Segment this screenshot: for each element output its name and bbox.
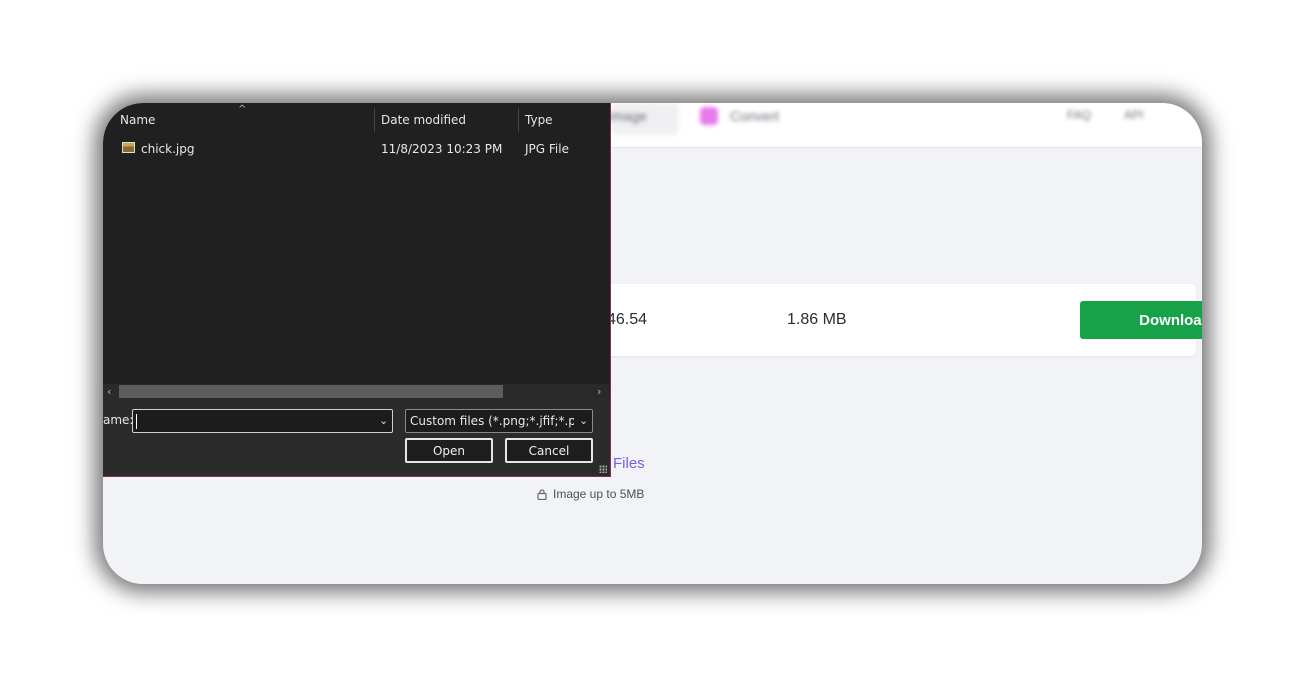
result-value: 46.54 bbox=[607, 311, 648, 328]
file-date: 11/8/2023 10:23 PM bbox=[381, 142, 503, 156]
result-row: 46.54 1.86 MB Download bbox=[583, 284, 1202, 356]
column-type-label: Type bbox=[525, 112, 553, 127]
nav-api[interactable]: API bbox=[1124, 108, 1143, 122]
nav-tab-image-label: Image bbox=[608, 108, 647, 124]
open-button[interactable]: Open bbox=[405, 438, 493, 463]
file-name: chick.jpg bbox=[141, 142, 195, 156]
file-open-dialog: ^ Name Date modified Type chick.jpg 11/8… bbox=[103, 103, 611, 477]
screen-frame: Image Convert FAQ API 46.54 1.86 MB Down… bbox=[103, 103, 1202, 584]
file-name-label: ame: bbox=[103, 413, 134, 427]
result-file-size: 1.86 MB bbox=[787, 311, 847, 328]
column-divider[interactable] bbox=[518, 108, 519, 132]
scrollbar-thumb[interactable] bbox=[119, 385, 503, 398]
dialog-footer: ame: ⌄ Custom files (*.png;*.jfif;*.pjpe… bbox=[103, 399, 610, 476]
column-header-type[interactable]: Type bbox=[525, 103, 553, 136]
resize-grip-icon[interactable] bbox=[599, 465, 607, 473]
lock-icon bbox=[537, 488, 547, 500]
download-button[interactable]: Download bbox=[1080, 301, 1202, 339]
sort-ascending-icon: ^ bbox=[238, 104, 247, 115]
nav-faq[interactable]: FAQ bbox=[1067, 108, 1091, 122]
column-date-label: Date modified bbox=[381, 112, 467, 127]
chevron-down-icon[interactable]: ⌄ bbox=[379, 414, 388, 427]
select-files-link[interactable]: Files bbox=[613, 455, 645, 472]
file-type: JPG File bbox=[525, 142, 569, 156]
file-name-input[interactable]: ⌄ bbox=[132, 409, 393, 433]
cancel-button[interactable]: Cancel bbox=[505, 438, 593, 463]
chevron-down-icon[interactable]: ⌄ bbox=[579, 414, 588, 427]
text-caret bbox=[136, 414, 137, 429]
file-list-item[interactable]: chick.jpg 11/8/2023 10:23 PM JPG File bbox=[103, 139, 603, 159]
column-divider[interactable] bbox=[374, 108, 375, 132]
column-name-label: Name bbox=[120, 112, 156, 127]
upload-limit-note: Image up to 5MB bbox=[537, 487, 644, 501]
file-type-select[interactable]: Custom files (*.png;*.jfif;*.pjpeg ⌄ bbox=[405, 409, 593, 433]
column-header-name[interactable]: Name bbox=[120, 103, 155, 136]
convert-icon bbox=[700, 107, 718, 125]
upload-limit-text: Image up to 5MB bbox=[553, 487, 645, 501]
horizontal-scrollbar[interactable]: ‹ › bbox=[103, 384, 609, 399]
scroll-left-icon[interactable]: ‹ bbox=[107, 384, 111, 399]
column-header-date[interactable]: Date modified bbox=[381, 103, 466, 136]
nav-convert[interactable]: Convert bbox=[730, 108, 779, 124]
file-type-selected: Custom files (*.png;*.jfif;*.pjpeg bbox=[410, 414, 574, 428]
image-file-icon bbox=[122, 142, 135, 153]
scroll-right-icon[interactable]: › bbox=[597, 384, 601, 399]
